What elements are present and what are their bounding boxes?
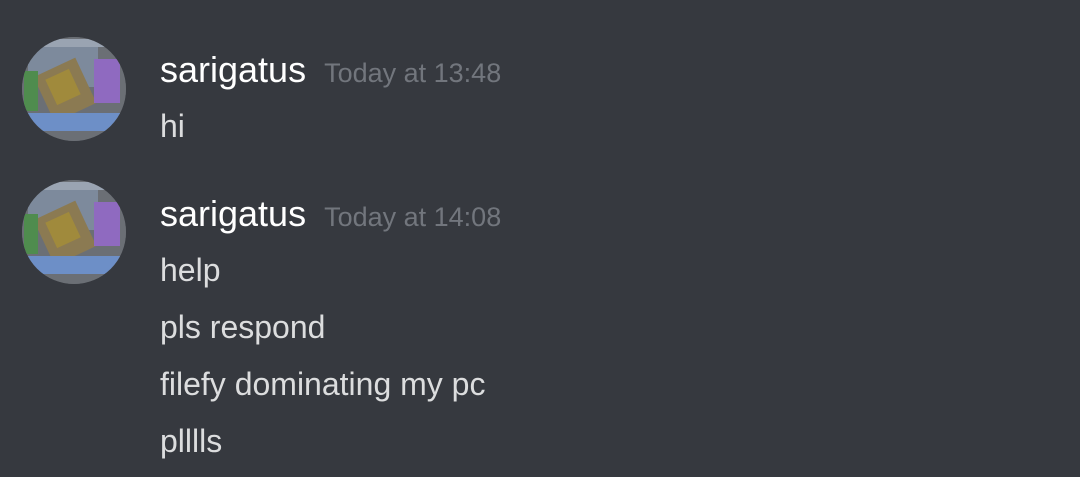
message-timestamp[interactable]: Today at 14:08 — [324, 195, 501, 239]
message-timestamp[interactable]: Today at 13:48 — [324, 51, 501, 95]
message-header: sarigatus Today at 14:08 — [160, 192, 501, 236]
user-avatar[interactable] — [22, 37, 126, 141]
message-text: hi — [160, 108, 185, 144]
message-text: plllls — [160, 423, 223, 459]
message-text: pls respond — [160, 309, 326, 345]
message-text: help — [160, 252, 221, 288]
chat-message-list: sarigatus Today at 13:48 hi sarigatus To… — [0, 0, 1080, 477]
message-content: help pls respond filefy dominating my pc… — [160, 250, 1060, 477]
user-avatar[interactable] — [22, 180, 126, 284]
message-content: hi — [160, 106, 1060, 163]
avatar-image — [22, 37, 126, 141]
message-group: sarigatus Today at 14:08 help pls respon… — [0, 180, 1080, 477]
message-group: sarigatus Today at 13:48 hi — [0, 37, 1080, 150]
avatar-image — [22, 180, 126, 284]
username[interactable]: sarigatus — [160, 192, 306, 236]
message-header: sarigatus Today at 13:48 — [160, 48, 501, 92]
username[interactable]: sarigatus — [160, 48, 306, 92]
message-text: filefy dominating my pc — [160, 366, 486, 402]
